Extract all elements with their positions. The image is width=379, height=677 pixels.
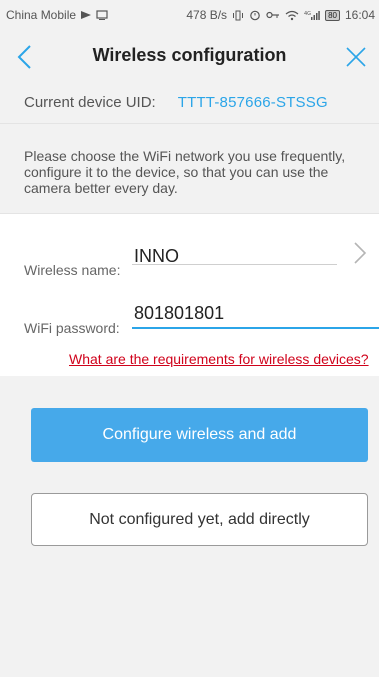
battery-indicator: 80 <box>325 9 340 21</box>
wifi-form: Wireless name: INNO WiFi password: 80180… <box>0 213 379 376</box>
carrier-name: China Mobile <box>6 8 77 22</box>
network-speed: 478 B/s <box>186 8 228 22</box>
key-icon <box>266 10 280 20</box>
wireless-name-label: Wireless name: <box>24 262 121 278</box>
uid-label: Current device UID: <box>24 94 156 111</box>
configure-wireless-button[interactable]: Configure wireless and add <box>31 408 368 462</box>
screen-cast-icon <box>96 10 108 20</box>
wifi-icon <box>285 10 299 21</box>
wifi-password-underline <box>132 327 379 329</box>
uid-value: TTTT-857666-STSSG <box>177 94 328 111</box>
status-right: 478 B/s 4G 80 16:04 <box>186 8 375 22</box>
instruction-text: Please choose the WiFi network you use f… <box>24 148 346 196</box>
clock: 16:04 <box>344 8 375 22</box>
status-bar: China Mobile 478 B/s 4G 80 16:04 <box>0 0 379 30</box>
page-title: Wireless configuration <box>92 45 287 65</box>
navigation-bar: Wireless configuration <box>0 30 379 82</box>
wireless-requirements-link[interactable]: What are the requirements for wireless d… <box>69 351 369 367</box>
signal-icon: 4G <box>304 10 320 21</box>
wireless-name-underline <box>132 264 337 265</box>
chevron-right-icon[interactable] <box>352 241 368 265</box>
add-directly-button[interactable]: Not configured yet, add directly <box>31 493 368 546</box>
status-left: China Mobile <box>6 8 108 22</box>
wifi-password-field[interactable]: 801801801 <box>134 303 224 324</box>
vibrate-icon <box>232 10 244 21</box>
alarm-icon <box>249 9 261 21</box>
hotspot-icon <box>80 10 92 20</box>
device-uid-row: Current device UID: TTTT-857666-STSSG <box>0 82 379 124</box>
wifi-password-label: WiFi password: <box>24 320 120 336</box>
close-icon[interactable] <box>345 46 367 68</box>
svg-text:4G: 4G <box>304 11 311 17</box>
